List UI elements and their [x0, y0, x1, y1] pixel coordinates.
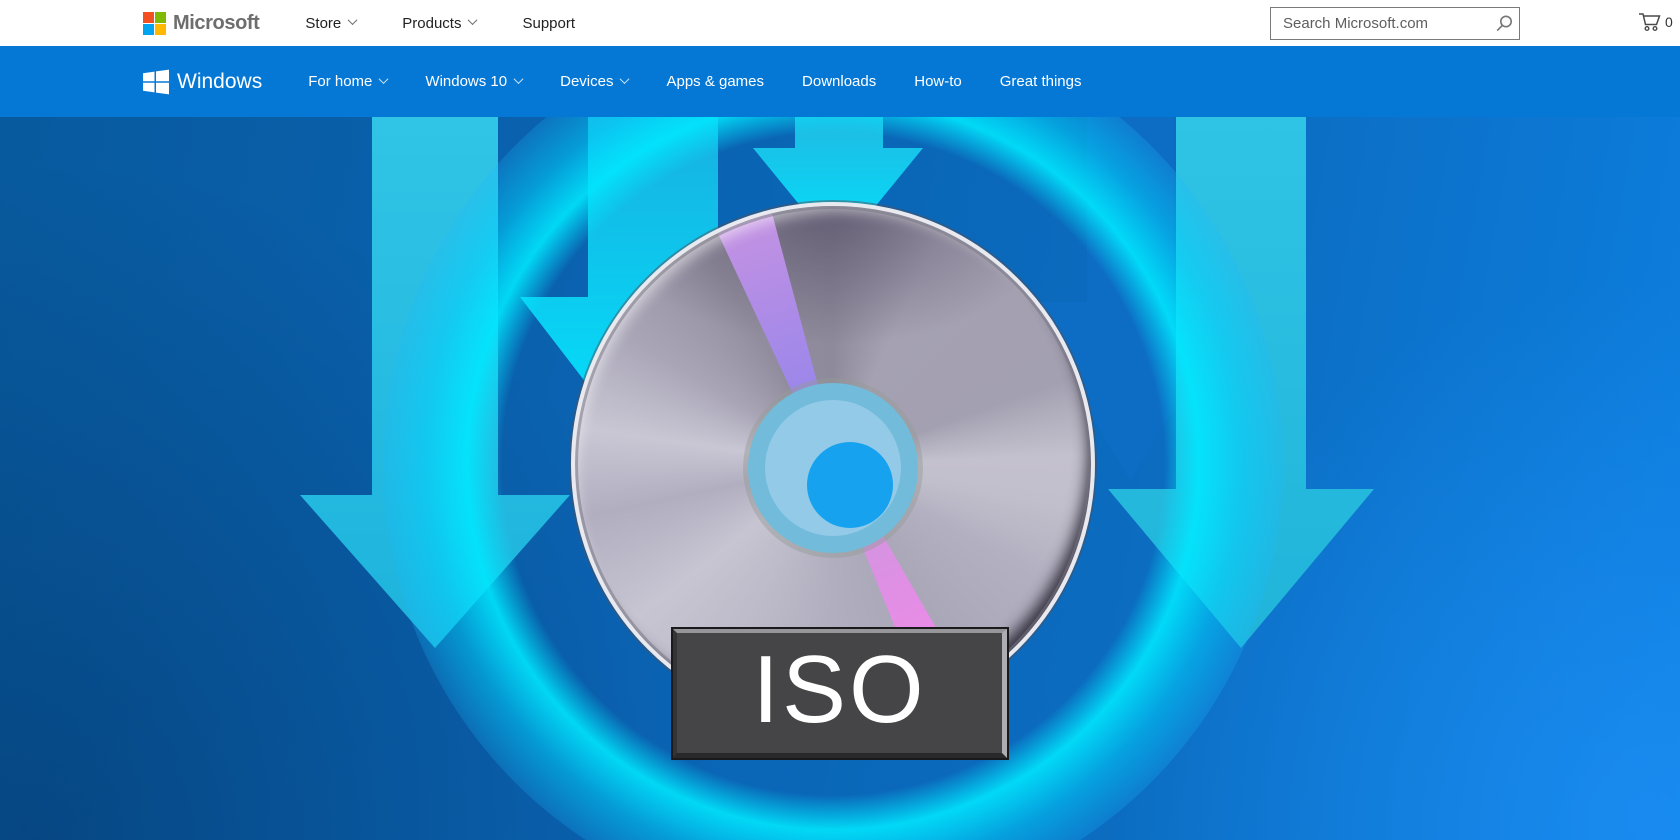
- hero-iso-download-illustration: ISO: [0, 117, 1680, 840]
- nav-item-apps-games[interactable]: Apps & games: [666, 73, 764, 90]
- search-box: [1270, 7, 1520, 40]
- windows-logo[interactable]: Windows: [143, 69, 262, 95]
- microsoft-logo[interactable]: Microsoft: [143, 12, 259, 35]
- windows-flag-icon: [143, 69, 169, 95]
- page: Microsoft Store Products Support: [0, 0, 1680, 840]
- menu-item-products[interactable]: Products: [402, 15, 476, 32]
- search-input[interactable]: [1271, 15, 1488, 32]
- disc-hub: [748, 383, 918, 553]
- microsoft-brand-text: Microsoft: [173, 12, 259, 35]
- chevron-down-icon: [468, 15, 478, 25]
- search-icon[interactable]: [1488, 8, 1519, 39]
- logo-square-blue: [143, 24, 154, 35]
- cart-icon: [1638, 11, 1662, 33]
- nav-item-devices[interactable]: Devices: [560, 73, 628, 90]
- menu-item-store[interactable]: Store: [305, 15, 356, 32]
- logo-square-green: [155, 12, 166, 23]
- windows-nav-bar: Windows For home Windows 10 Devices Apps…: [0, 46, 1680, 117]
- nav-item-for-home[interactable]: For home: [308, 73, 387, 90]
- nav-item-downloads[interactable]: Downloads: [802, 73, 876, 90]
- nav-item-great-things[interactable]: Great things: [1000, 73, 1082, 90]
- iso-label-text: ISO: [752, 642, 926, 738]
- cart-button[interactable]: 0: [1638, 11, 1673, 33]
- disc-hub-inner-ring: [765, 400, 901, 536]
- nav-item-windows-10[interactable]: Windows 10: [425, 73, 522, 90]
- cart-count: 0: [1665, 14, 1673, 30]
- disc-center-hole: [807, 442, 893, 528]
- iso-label-plate: ISO: [673, 629, 1007, 758]
- microsoft-logo-icon: [143, 12, 166, 35]
- chevron-down-icon: [379, 74, 389, 84]
- chevron-down-icon: [514, 74, 524, 84]
- logo-square-yellow: [155, 24, 166, 35]
- chevron-down-icon: [348, 15, 358, 25]
- nav-item-how-to[interactable]: How-to: [914, 73, 962, 90]
- windows-brand-text: Windows: [177, 70, 262, 94]
- menu-item-support[interactable]: Support: [522, 15, 575, 32]
- logo-square-red: [143, 12, 154, 23]
- chevron-down-icon: [620, 74, 630, 84]
- top-menu: Store Products Support: [305, 15, 621, 32]
- microsoft-header-bar: Microsoft Store Products Support: [0, 0, 1680, 46]
